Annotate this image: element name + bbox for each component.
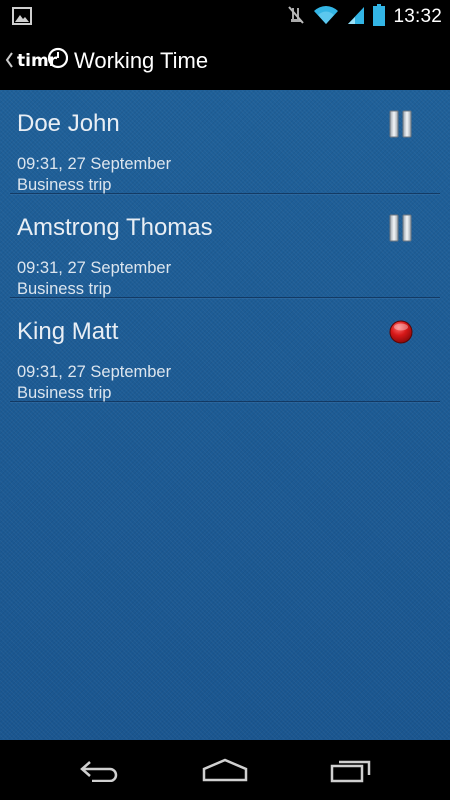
gallery-icon bbox=[12, 7, 32, 29]
entry-time: 09:31, 27 September bbox=[17, 363, 172, 381]
entry-time: 09:31, 27 September bbox=[17, 155, 172, 173]
clock: 13:32 bbox=[393, 5, 442, 27]
pause-icon[interactable] bbox=[388, 110, 414, 138]
status-bar: 13:32 bbox=[0, 0, 450, 33]
list-item[interactable]: Amstrong Thomas 09:31, 27 September Busi… bbox=[10, 194, 440, 298]
action-bar: timr Working Time bbox=[0, 33, 450, 90]
employee-name: King Matt bbox=[17, 318, 119, 345]
working-time-list: Doe John 09:31, 27 September Business tr… bbox=[0, 90, 450, 402]
list-item[interactable]: Doe John 09:31, 27 September Business tr… bbox=[10, 90, 440, 194]
wifi-icon bbox=[313, 5, 339, 29]
employee-name: Amstrong Thomas bbox=[17, 214, 213, 241]
up-caret-icon[interactable] bbox=[4, 51, 14, 73]
entry-type: Business trip bbox=[17, 280, 112, 298]
entry-time: 09:31, 27 September bbox=[17, 259, 172, 277]
battery-icon bbox=[373, 3, 386, 30]
working-time-list-container: Doe John 09:31, 27 September Business tr… bbox=[0, 90, 450, 740]
logo-text: timr bbox=[17, 51, 58, 71]
pause-icon[interactable] bbox=[388, 214, 414, 242]
back-icon[interactable] bbox=[70, 754, 130, 786]
navigation-bar bbox=[0, 740, 450, 800]
page-title: Working Time bbox=[74, 48, 209, 73]
employee-name: Doe John bbox=[17, 110, 120, 137]
record-icon[interactable] bbox=[388, 318, 414, 346]
entry-type: Business trip bbox=[17, 384, 112, 402]
mute-icon bbox=[287, 5, 305, 29]
recent-apps-icon[interactable] bbox=[322, 754, 382, 786]
signal-icon bbox=[347, 5, 365, 29]
home-icon[interactable] bbox=[195, 754, 255, 786]
app-logo[interactable]: timr bbox=[16, 45, 69, 79]
entry-type: Business trip bbox=[17, 176, 112, 194]
list-item[interactable]: King Matt 09:31, 27 September Business t… bbox=[10, 298, 440, 402]
